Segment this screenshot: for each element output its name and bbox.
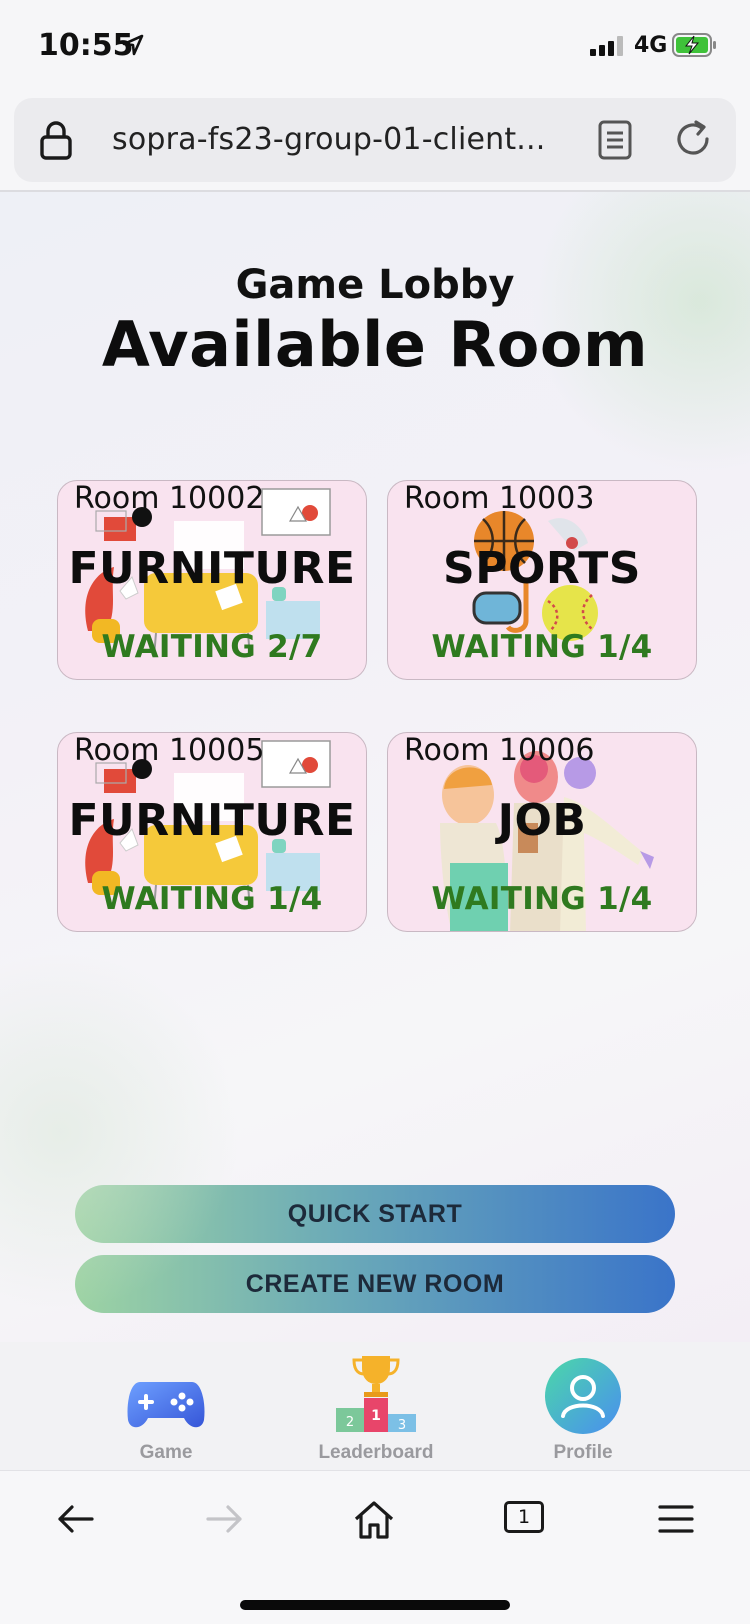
trophy-podium-icon: 1 2 3 <box>336 1356 416 1433</box>
room-theme: JOB <box>497 795 587 846</box>
room-status: WAITING 1/4 <box>431 629 653 665</box>
create-new-room-button[interactable]: CREATE NEW ROOM <box>75 1255 675 1313</box>
menu-icon[interactable] <box>652 1495 700 1543</box>
gamepad-icon <box>127 1382 205 1428</box>
tabs-count-button[interactable]: 1 <box>504 1501 544 1533</box>
forward-arrow-icon[interactable] <box>200 1495 248 1543</box>
room-id: Room 10005 <box>74 733 265 768</box>
tab-profile[interactable]: Profile <box>503 1342 663 1470</box>
status-time: 10:55 <box>38 28 134 63</box>
room-status: WAITING 1/4 <box>431 881 653 917</box>
status-bar: 10:55 4G <box>0 0 750 90</box>
profile-icon <box>545 1358 621 1434</box>
quick-start-button[interactable]: QUICK START <box>75 1185 675 1243</box>
room-id: Room 10003 <box>404 481 595 516</box>
reload-icon[interactable] <box>672 118 714 160</box>
home-indicator <box>240 1600 510 1610</box>
bottom-tab-bar: Game 1 2 3 Leaderboard Profile <box>0 1342 750 1470</box>
network-type: 4G <box>634 33 668 58</box>
lock-icon <box>40 121 72 160</box>
svg-text:3: 3 <box>398 1418 406 1433</box>
tab-label: Profile <box>553 1442 613 1463</box>
game-lobby-page: Game Lobby Available Room Room 10002 FUR… <box>0 192 750 1342</box>
tab-leaderboard[interactable]: 1 2 3 Leaderboard <box>296 1342 456 1470</box>
room-theme: SPORTS <box>443 543 641 594</box>
room-card[interactable]: Room 10005 FURNITURE WAITING 1/4 <box>57 732 367 932</box>
room-id: Room 10002 <box>74 481 265 516</box>
reader-mode-icon[interactable] <box>598 120 632 160</box>
tab-label: Game <box>139 1442 193 1463</box>
room-status: WAITING 2/7 <box>101 629 323 665</box>
room-theme: FURNITURE <box>68 543 356 594</box>
svg-text:2: 2 <box>346 1415 354 1430</box>
url-text[interactable]: sopra-fs23-group-01-client... <box>112 122 546 157</box>
tab-game[interactable]: Game <box>86 1342 246 1470</box>
location-arrow-icon <box>122 34 144 56</box>
room-card[interactable]: Room 10006 JOB WAITING 1/4 <box>387 732 697 932</box>
room-card[interactable]: Room 10002 FURNITURE WAITING 2/7 <box>57 480 367 680</box>
page-subtitle: Game Lobby <box>235 262 515 308</box>
home-icon[interactable] <box>350 1495 398 1543</box>
tab-label: Leaderboard <box>318 1442 434 1463</box>
room-id: Room 10006 <box>404 733 595 768</box>
back-arrow-icon[interactable] <box>52 1495 100 1543</box>
svg-text:1: 1 <box>371 1408 381 1424</box>
cellular-signal-icon <box>590 36 626 56</box>
room-status: WAITING 1/4 <box>101 881 323 917</box>
page-title: Available Room <box>101 308 649 381</box>
room-theme: FURNITURE <box>68 795 356 846</box>
battery-charging-icon <box>672 33 716 57</box>
room-card[interactable]: Room 10003 SPORTS WAITING 1/4 <box>387 480 697 680</box>
address-bar[interactable]: sopra-fs23-group-01-client... <box>14 98 736 182</box>
